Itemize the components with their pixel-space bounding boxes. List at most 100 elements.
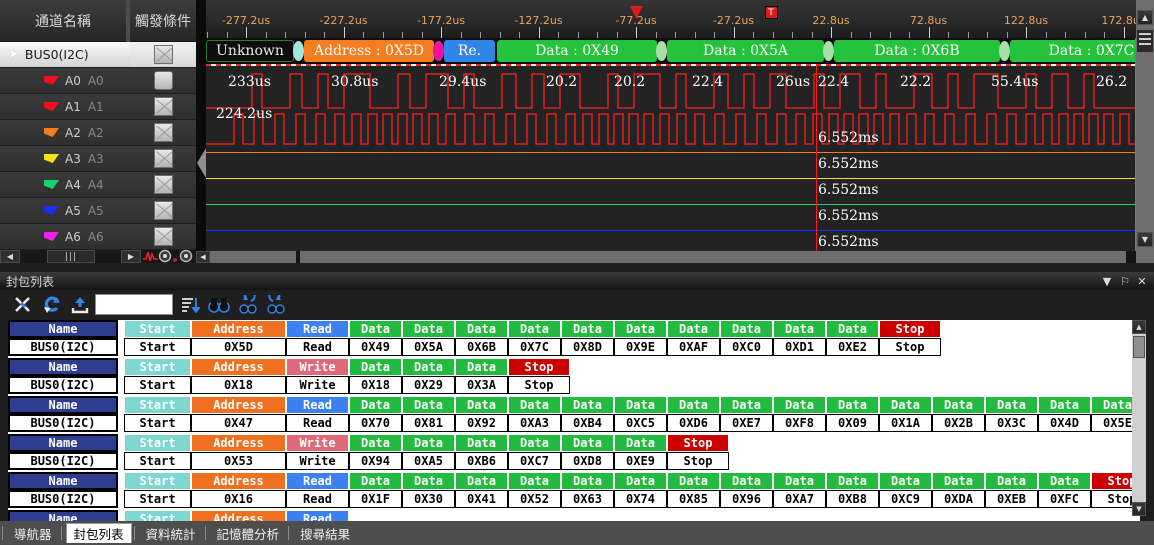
- cell-start[interactable]: Start: [124, 376, 191, 394]
- decoded-packet-bar[interactable]: Unknown Address : 0X5D Re. Data : 0X49 Data …: [206, 38, 1136, 64]
- cell-bus-name[interactable]: BUS0(I2C): [8, 490, 118, 508]
- filter-input[interactable]: [95, 294, 173, 315]
- cell-data[interactable]: 0XE9: [614, 452, 667, 470]
- cell-data[interactable]: 0XC7: [508, 452, 561, 470]
- packet-segment[interactable]: Unknown: [206, 40, 294, 62]
- cell-data[interactable]: 0XC9: [879, 490, 932, 508]
- refresh-icon[interactable]: [40, 293, 64, 316]
- cell-data[interactable]: 0XD1: [773, 338, 826, 356]
- cell-data[interactable]: 0X9E: [614, 338, 667, 356]
- waveform-vscrollbar[interactable]: ▲ ▼: [1136, 0, 1154, 263]
- cell-data[interactable]: 0X63: [561, 490, 614, 508]
- cell-data[interactable]: 0X85: [667, 490, 720, 508]
- cell-data[interactable]: 0X29: [402, 376, 455, 394]
- channel-row-a0[interactable]: A0 A0: [0, 68, 196, 94]
- channel-row-a3[interactable]: A3 A3: [0, 146, 196, 172]
- packet-list-vscrollbar[interactable]: ▲ ▼: [1132, 320, 1146, 516]
- packet-segment[interactable]: Data : 0X6B: [834, 40, 1000, 62]
- cell-data[interactable]: 0XA3: [508, 414, 561, 432]
- packet-segment[interactable]: Address : 0X5D: [304, 40, 434, 62]
- cell-data[interactable]: 0XE2: [826, 338, 879, 356]
- packet-segment[interactable]: Re.: [444, 40, 495, 62]
- wave-scroll-down-icon[interactable]: ▼: [1137, 232, 1153, 247]
- cell-data[interactable]: 0XB8: [826, 490, 879, 508]
- cell-data[interactable]: 0XFC: [1038, 490, 1091, 508]
- table-row[interactable]: Name BUS0(I2C) Start Start Address 0X5D Read Re…: [8, 320, 1130, 358]
- cell-addr[interactable]: 0X47: [191, 414, 286, 432]
- cell-addr[interactable]: 0X18: [191, 376, 286, 394]
- cell-data[interactable]: 0XA5: [402, 452, 455, 470]
- panel-close-icon[interactable]: ✕: [1134, 272, 1150, 290]
- wave-scroll-track[interactable]: [300, 251, 1126, 263]
- cell-data[interactable]: 0X30: [402, 490, 455, 508]
- cell-data[interactable]: 0X1F: [349, 490, 402, 508]
- cell-bus-name[interactable]: BUS0(I2C): [8, 376, 118, 394]
- cell-data[interactable]: 0XF8: [773, 414, 826, 432]
- cell-bus-name[interactable]: BUS0(I2C): [8, 452, 118, 470]
- table-row[interactable]: Name BUS0(I2C) Start Start Address 0X18 Write W…: [8, 358, 1130, 396]
- cell-data[interactable]: 0XD8: [561, 452, 614, 470]
- table-row[interactable]: Name BUS0(I2C) Start Start Address 0X53 Write W…: [8, 434, 1130, 472]
- cell-addr[interactable]: 0X53: [191, 452, 286, 470]
- cell-data[interactable]: 0X8D: [561, 338, 614, 356]
- packet-grid-viewport[interactable]: Name BUS0(I2C) Start Start Address 0X5D Read Re…: [8, 320, 1140, 545]
- cell-start[interactable]: Start: [124, 490, 191, 508]
- cross-disabled-icon[interactable]: [153, 97, 173, 116]
- channel-scroll-right-icon[interactable]: ▶: [121, 250, 141, 263]
- trigger-marker-icon[interactable]: T: [764, 6, 778, 19]
- clear-icon[interactable]: [11, 293, 35, 316]
- sort-icon[interactable]: [178, 293, 202, 316]
- waveform-track[interactable]: -277.2us -227.2us -177.2us -127.2us -77.2us -…: [206, 0, 1136, 251]
- cross-disabled-icon[interactable]: [153, 123, 173, 142]
- cell-data[interactable]: 0X1A: [879, 414, 932, 432]
- cell-data[interactable]: 0XAF: [667, 338, 720, 356]
- cell-data[interactable]: 0X92: [455, 414, 508, 432]
- cell-data[interactable]: 0XDA: [932, 490, 985, 508]
- cell-stop[interactable]: Stop: [879, 338, 941, 356]
- trigger-cell-a2[interactable]: [130, 120, 196, 145]
- time-ruler[interactable]: -277.2us -227.2us -177.2us -127.2us -77.2us -…: [206, 0, 1136, 38]
- waveform-hscrollbar[interactable]: ◀: [196, 251, 1136, 263]
- cell-write[interactable]: Write: [286, 376, 349, 394]
- wave-scroll-up-icon[interactable]: ▲: [1137, 10, 1153, 25]
- cross-disabled-icon[interactable]: [153, 227, 173, 246]
- channel-row-a1[interactable]: A1 A1: [0, 94, 196, 120]
- cross-disabled-icon[interactable]: [153, 45, 173, 64]
- channel-row-a5[interactable]: A5 A5: [0, 198, 196, 224]
- cell-data[interactable]: 0X3C: [985, 414, 1038, 432]
- panel-minimize-icon[interactable]: ▼: [1099, 272, 1115, 290]
- tab-1[interactable]: 封包列表: [65, 523, 132, 543]
- wave-scroll-thumb-a[interactable]: [210, 251, 296, 263]
- cell-bus-name[interactable]: BUS0(I2C): [8, 338, 118, 356]
- channel-row-a6[interactable]: A6 A6: [0, 224, 196, 250]
- cell-data[interactable]: 0XD6: [667, 414, 720, 432]
- cell-data[interactable]: 0XC0: [720, 338, 773, 356]
- table-row[interactable]: Name BUS0(I2C) Start Start Address 0X47 Read Re…: [8, 396, 1140, 434]
- cell-read[interactable]: Read: [286, 414, 349, 432]
- cell-data[interactable]: 0XA7: [773, 490, 826, 508]
- channel-row-a4[interactable]: A4 A4: [0, 172, 196, 198]
- cell-data[interactable]: 0X4D: [1038, 414, 1091, 432]
- tab-3[interactable]: 記憶體分析: [210, 523, 287, 543]
- cell-bus-name[interactable]: BUS0(I2C): [8, 414, 118, 432]
- trigger-cell-a4[interactable]: [130, 172, 196, 197]
- blank-icon[interactable]: [153, 71, 173, 90]
- cell-addr[interactable]: 0X16: [191, 490, 286, 508]
- channel-scroll-left-icon[interactable]: ◀: [0, 250, 20, 263]
- trigger-cell-a3[interactable]: [130, 146, 196, 171]
- tab-2[interactable]: 資料統計: [139, 523, 203, 543]
- find-prev-icon[interactable]: [236, 293, 260, 316]
- find-next-icon[interactable]: [264, 293, 288, 316]
- cell-addr[interactable]: 0X5D: [191, 338, 286, 356]
- cell-read[interactable]: Read: [286, 490, 349, 508]
- cell-write[interactable]: Write: [286, 452, 349, 470]
- cursor-red[interactable]: [816, 66, 817, 251]
- packet-scroll-thumb[interactable]: [1133, 336, 1145, 358]
- trigger-cell-a5[interactable]: [130, 198, 196, 223]
- tab-0[interactable]: 導航器: [7, 523, 59, 543]
- channel-tool-icons[interactable]: [142, 248, 196, 263]
- signal-plot[interactable]: 233us 30.8us 29.4us 20.2 20.2 22.4 26us 22.4 22.…: [206, 66, 1136, 251]
- cell-data[interactable]: 0X41: [455, 490, 508, 508]
- cell-data[interactable]: 0X96: [720, 490, 773, 508]
- packet-segment[interactable]: Data : 0X7C: [1010, 40, 1136, 62]
